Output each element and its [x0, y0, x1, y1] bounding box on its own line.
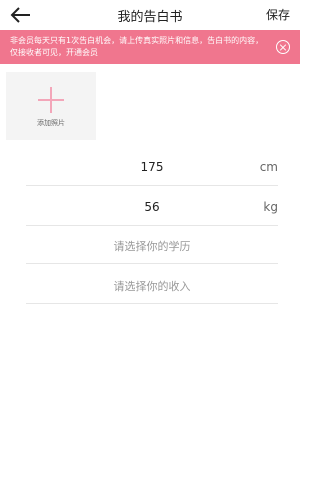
- height-unit: cm: [259, 160, 278, 174]
- income-placeholder: 请选择你的收入: [113, 280, 191, 293]
- membership-notice-banner: 非会员每天只有1次告白机会，请上传真实照片和信息，告白书的内容，仅接收者可见，开…: [0, 30, 300, 64]
- education-select[interactable]: 请选择你的学历: [26, 226, 278, 264]
- education-placeholder: 请选择你的学历: [113, 240, 191, 253]
- page-title: 我的告白书: [117, 10, 183, 25]
- save-button[interactable]: 保存: [266, 6, 290, 23]
- add-photo-label: 添加照片: [37, 119, 65, 127]
- income-select[interactable]: 请选择你的收入: [26, 266, 278, 304]
- weight-value[interactable]: 56: [26, 200, 278, 214]
- notice-text: 非会员每天只有1次告白机会，请上传真实照片和信息，告白书的内容，仅接收者可见，开…: [10, 36, 264, 57]
- header-bar: 我的告白书 保存: [0, 0, 300, 30]
- height-value[interactable]: 175: [26, 160, 278, 174]
- close-icon[interactable]: [276, 40, 290, 54]
- add-photo-button[interactable]: 添加照片: [6, 72, 96, 140]
- plus-icon: [38, 87, 64, 113]
- weight-field[interactable]: 56 kg: [26, 188, 278, 226]
- height-field[interactable]: 175 cm: [26, 148, 278, 186]
- weight-unit: kg: [263, 200, 278, 214]
